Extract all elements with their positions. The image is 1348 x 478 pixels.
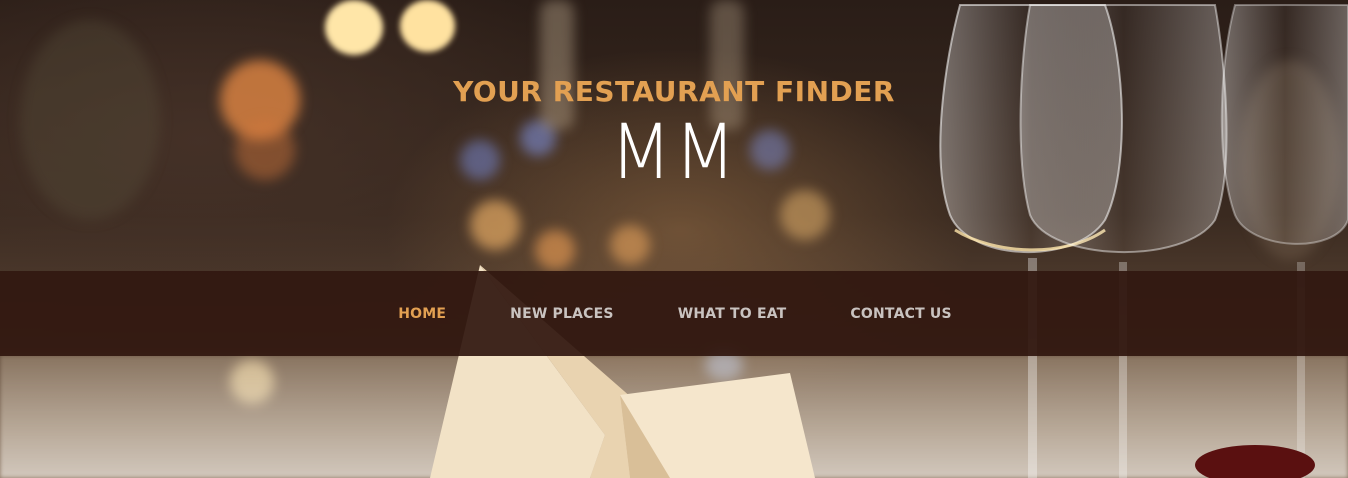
nav-item-what-to-eat: WHAT TO EAT bbox=[678, 305, 787, 323]
hero-banner: YOUR RESTAURANT FINDER MM HOME NEW PLACE… bbox=[0, 0, 1348, 478]
wine-glass-image bbox=[939, 4, 1348, 478]
main-navigation: HOME NEW PLACES WHAT TO EAT CONTACT US bbox=[0, 271, 1348, 356]
nav-link-home[interactable]: HOME bbox=[398, 306, 446, 322]
nav-item-contact-us: CONTACT US bbox=[850, 305, 951, 323]
site-title: YOUR RESTAURANT FINDER bbox=[453, 75, 895, 108]
site-logo[interactable]: MM bbox=[0, 114, 1348, 190]
nav-link-what-to-eat[interactable]: WHAT TO EAT bbox=[678, 306, 787, 322]
nav-link-new-places[interactable]: NEW PLACES bbox=[510, 306, 614, 322]
header: YOUR RESTAURANT FINDER MM bbox=[0, 74, 1348, 190]
nav-link-contact-us[interactable]: CONTACT US bbox=[850, 306, 951, 322]
nav-list: HOME NEW PLACES WHAT TO EAT CONTACT US bbox=[398, 305, 952, 323]
nav-item-home: HOME bbox=[398, 305, 446, 323]
nav-item-new-places: NEW PLACES bbox=[510, 305, 614, 323]
